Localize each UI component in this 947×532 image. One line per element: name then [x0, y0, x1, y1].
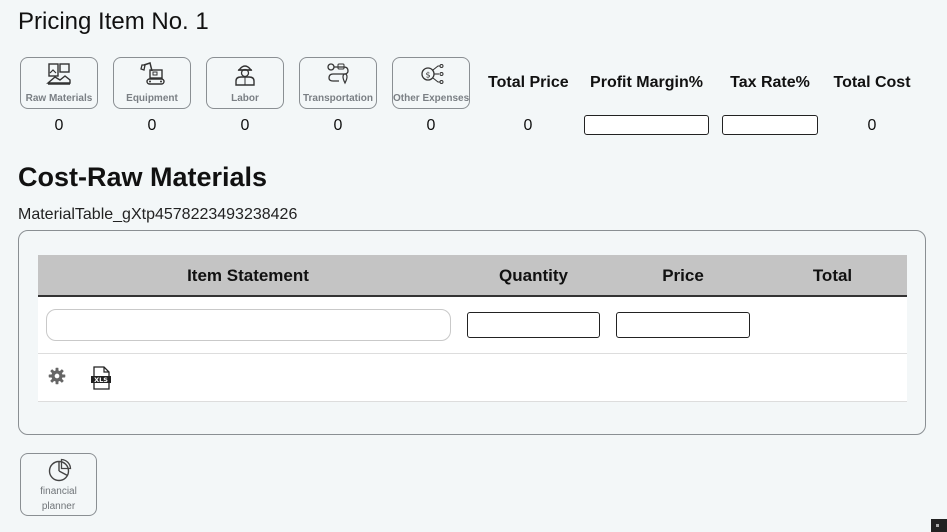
table-header: Item Statement Quantity Price Total [38, 255, 907, 297]
xls-file-icon[interactable]: XLS [90, 366, 112, 390]
raw-materials-value: 0 [54, 117, 64, 134]
total-price-value: 0 [523, 117, 533, 134]
table-row [38, 297, 907, 354]
other-expenses-button[interactable]: $ Other Expenses [392, 57, 470, 109]
quantity-input[interactable] [467, 312, 600, 338]
financial-planner-label-line1: financial [40, 486, 77, 497]
worker-icon [235, 65, 255, 86]
financial-planner-label: financial planner [21, 484, 96, 514]
column-header-quantity: Quantity [499, 266, 568, 285]
labor-value: 0 [240, 117, 250, 134]
other-expenses-label: Other Expenses [393, 93, 470, 104]
excavator-icon [140, 62, 165, 85]
transportation-label: Transportation [302, 93, 373, 104]
svg-text:$: $ [425, 71, 430, 80]
money-network-icon: $ [421, 64, 444, 84]
profit-margin-input[interactable] [584, 115, 709, 135]
corner-widget[interactable] [931, 519, 947, 532]
gear-icon[interactable] [48, 367, 66, 385]
total-cost-label: Total Cost [833, 74, 911, 91]
transportation-button[interactable]: Transportation [299, 57, 377, 109]
transportation-value: 0 [333, 117, 343, 134]
equipment-value: 0 [147, 117, 157, 134]
item-statement-input[interactable] [46, 309, 451, 341]
page-title: Pricing Item No. 1 [18, 8, 209, 35]
table-id: MaterialTable_gXtp4578223493238426 [18, 206, 298, 223]
profit-margin-label: Profit Margin% [590, 74, 703, 91]
column-header-total: Total [812, 266, 853, 285]
total-price-label: Total Price [488, 74, 569, 91]
route-icon [327, 63, 349, 85]
financial-planner-button[interactable]: financial planner [20, 453, 97, 516]
svg-text:XLS: XLS [94, 376, 108, 384]
column-header-price: Price [662, 266, 704, 285]
table-footer: XLS [38, 354, 907, 402]
pie-chart-icon [48, 458, 72, 482]
labor-label: Labor [231, 93, 259, 104]
labor-button[interactable]: Labor [206, 57, 284, 109]
raw-materials-label: Raw Materials [25, 93, 93, 104]
other-expenses-value: 0 [426, 117, 436, 134]
equipment-button[interactable]: Equipment [113, 57, 191, 109]
tax-rate-label: Tax Rate% [730, 74, 810, 91]
raw-materials-icon [46, 63, 71, 85]
section-title: Cost-Raw Materials [18, 162, 268, 192]
price-input[interactable] [616, 312, 750, 338]
column-header-item-statement: Item Statement [187, 266, 309, 285]
equipment-label: Equipment [126, 93, 178, 104]
financial-planner-label-line2: planner [41, 501, 76, 512]
raw-materials-button[interactable]: Raw Materials [20, 57, 98, 109]
tax-rate-input[interactable] [722, 115, 818, 135]
total-cost-value: 0 [867, 117, 877, 134]
materials-table-card: Item Statement Quantity Price Total XLS [18, 230, 926, 435]
